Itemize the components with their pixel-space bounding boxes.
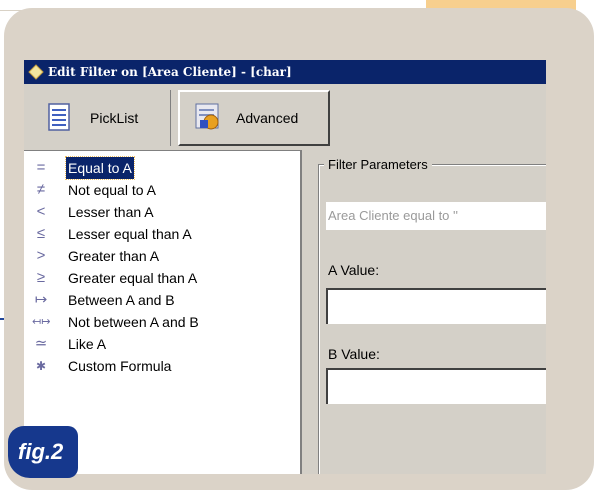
list-item-label: Greater than A (68, 248, 160, 264)
list-icon (48, 103, 70, 131)
title-bar[interactable]: Edit Filter on [Area Cliente] - [char] (24, 60, 546, 84)
less-than-icon: < (36, 203, 46, 220)
list-item[interactable]: > Greater than A (24, 245, 294, 267)
greater-equal-icon: ≥ (36, 269, 46, 286)
a-value-field[interactable] (326, 288, 546, 324)
list-item-label: Equal to A (65, 156, 135, 180)
list-item-label: Lesser than A (68, 204, 154, 220)
less-equal-icon: ≤ (36, 225, 46, 242)
b-value-label: B Value: (328, 346, 380, 362)
filter-description: Area Cliente equal to '' (326, 202, 546, 230)
list-item-label: Lesser equal than A (68, 226, 192, 242)
list-item[interactable]: ↤↦ Not between A and B (24, 311, 294, 333)
tab-picklist[interactable]: PickList (24, 90, 171, 146)
list-item-label: Like A (68, 336, 107, 352)
advanced-icon (195, 103, 219, 130)
list-item[interactable]: ↦ Between A and B (24, 289, 294, 311)
list-item[interactable]: ≤ Lesser equal than A (24, 223, 294, 245)
not-between-icon: ↤↦ (32, 316, 51, 328)
list-item[interactable]: ≠ Not equal to A (24, 179, 294, 201)
figure-label: fig.2 (8, 426, 78, 478)
list-item-label: Between A and B (68, 292, 175, 308)
list-item-label: Not between A and B (68, 314, 199, 330)
list-item[interactable]: ≥ Greater equal than A (24, 267, 294, 289)
tab-advanced[interactable]: Advanced (178, 90, 330, 146)
diamond-icon (28, 64, 44, 80)
list-item[interactable]: ✱ Custom Formula (24, 355, 294, 377)
filter-parameters-legend: Filter Parameters (324, 157, 432, 172)
list-item-label: Greater equal than A (68, 270, 198, 286)
equal-icon: = (36, 159, 46, 176)
window-title: Edit Filter on [Area Cliente] - [char] (48, 65, 292, 79)
a-value-label: A Value: (328, 262, 380, 278)
between-icon: ↦ (34, 291, 48, 308)
greater-than-icon: > (36, 247, 46, 264)
not-equal-icon: ≠ (36, 181, 46, 198)
asterisk-icon: ✱ (35, 359, 47, 373)
list-item-label: Custom Formula (68, 358, 172, 374)
edit-filter-window: Edit Filter on [Area Cliente] - [char] P… (24, 60, 546, 474)
list-item[interactable]: = Equal to A (24, 156, 294, 180)
list-item[interactable]: ≃ Like A (24, 333, 294, 355)
list-item[interactable]: < Lesser than A (24, 201, 294, 223)
tab-picklist-label: PickList (90, 110, 139, 126)
b-value-field[interactable] (326, 368, 546, 404)
tab-advanced-label: Advanced (236, 110, 299, 126)
list-item-label: Not equal to A (68, 182, 156, 198)
like-icon: ≃ (34, 335, 48, 352)
